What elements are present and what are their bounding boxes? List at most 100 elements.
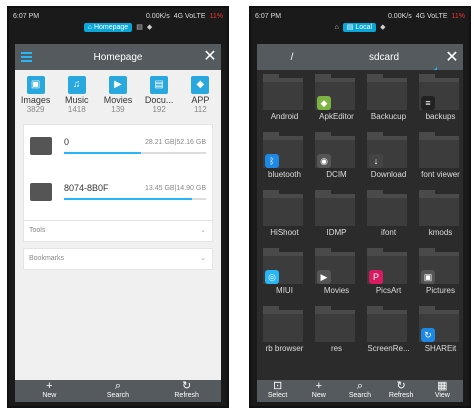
usage-fill — [64, 198, 192, 200]
status-time: 6:07 PM — [255, 12, 282, 20]
tab-android-icon[interactable]: ◆ — [147, 23, 152, 31]
device-size: 13.45 GB|14.90 GB — [145, 185, 206, 192]
menu-icon[interactable] — [15, 44, 37, 70]
tab-local[interactable]: ▤ Local — [342, 22, 377, 32]
folder-item[interactable]: kmods — [415, 190, 466, 249]
usage-fill — [64, 152, 141, 154]
device-size: 28.21 GB|52.16 GB — [145, 139, 206, 146]
folder-item[interactable]: IDMP — [311, 190, 362, 249]
homepage-content: ▣ Images 3829 ♫ Music 1418 ▶ Movies 139 … — [15, 70, 221, 382]
bookmarks-section[interactable]: Bookmarks ⌄ — [23, 248, 213, 270]
select-icon: ⊡ — [272, 380, 283, 392]
folder-item[interactable]: ᛒ bluetooth — [259, 132, 310, 191]
storage-device-sdcard[interactable]: 8074-8B0F 13.45 GB|14.90 GB — [30, 179, 206, 209]
search-icon: ⌕ — [114, 380, 122, 392]
phone-local: 6:07 PM 0.00K/s 4G VoLTE 11% ⌂ ▤ Local ◆… — [249, 6, 471, 408]
camera-icon: ◉ — [317, 154, 331, 168]
refresh-button[interactable]: ↻ Refresh — [167, 380, 207, 402]
tools-section[interactable]: Tools ⌄ — [23, 220, 213, 242]
folder-name: backups — [425, 112, 456, 121]
folder-name: ifont — [380, 228, 397, 237]
folder-item[interactable]: res — [311, 306, 362, 365]
close-icon[interactable]: ✕ — [441, 47, 463, 67]
tab-android-icon[interactable]: ◆ — [380, 23, 385, 31]
folder-name: DCIM — [326, 170, 347, 179]
android-icon: ◆ — [191, 76, 210, 94]
folder-item[interactable]: Android — [259, 74, 310, 133]
folder-item[interactable]: ▶ Movies — [311, 248, 362, 307]
folder-item[interactable]: ↓ Download — [363, 132, 414, 191]
new-button[interactable]: + New — [299, 380, 339, 402]
status-speed: 0.00K/s — [145, 12, 170, 20]
category-music[interactable]: ♫ Music 1418 — [59, 74, 95, 118]
tab-home-icon[interactable]: ⌂ — [335, 24, 339, 31]
folder-item[interactable]: ◆ ApkEditor — [311, 74, 362, 133]
folder-name: rb browser — [265, 344, 304, 353]
folder-item[interactable]: HiShoot — [259, 190, 310, 249]
tab-list-icon[interactable]: ▤ — [136, 23, 143, 31]
folder-item[interactable]: rb browser — [259, 306, 310, 365]
folder-icon — [367, 74, 407, 110]
page-title: Homepage — [93, 51, 143, 63]
picsart-icon: P — [369, 270, 383, 284]
path-current[interactable]: sdcard — [327, 52, 441, 71]
bluetooth-icon: ᛒ — [265, 154, 279, 168]
select-button[interactable]: ⊡ Select — [258, 380, 298, 402]
status-bar: 6:07 PM 0.00K/s 4G VoLTE 11% — [255, 11, 465, 21]
close-icon[interactable]: ✕ — [199, 44, 221, 70]
folder-icon — [315, 306, 355, 342]
plus-icon: + — [46, 380, 53, 392]
category-documents[interactable]: ▤ Docu... 192 — [141, 74, 177, 118]
folder-item[interactable]: ↻ SHAREit — [415, 306, 466, 365]
folder-name: PicsArt — [375, 286, 402, 295]
sd-card-icon — [30, 183, 52, 201]
folder-item[interactable]: ◉ DCIM — [311, 132, 362, 191]
document-icon: ▤ — [150, 76, 169, 94]
folder-name: Backucup — [370, 112, 407, 121]
folder-item[interactable]: ≡ backups — [415, 74, 466, 133]
miui-icon: ◎ — [265, 270, 279, 284]
folder-item[interactable]: ▣ Pictures — [415, 248, 466, 307]
folder-name: HiShoot — [270, 228, 299, 237]
usage-bar — [64, 198, 206, 200]
storage-panel: 0 28.21 GB|52.16 GB 8074-8B0F 13.45 GB|1… — [23, 124, 213, 224]
folder-name: bluetooth — [268, 170, 301, 179]
folder-icon — [419, 132, 459, 168]
sd-card-icon — [30, 137, 52, 155]
folder-icon — [419, 190, 459, 226]
folder-name: Movies — [323, 286, 350, 295]
refresh-icon: ↻ — [182, 380, 192, 392]
folder-item[interactable]: font viewer — [415, 132, 466, 191]
folder-name: Download — [370, 170, 407, 179]
folder-icon — [263, 190, 303, 226]
folder-item[interactable]: ifont — [363, 190, 414, 249]
folder-icon — [315, 190, 355, 226]
path-root[interactable]: / — [257, 52, 327, 63]
search-button[interactable]: ⌕ Search — [98, 380, 138, 402]
status-battery: 11% — [451, 12, 466, 20]
chevron-down-icon: ⌄ — [200, 227, 206, 234]
folder-name: font viewer — [421, 170, 460, 179]
refresh-icon: ↻ — [396, 380, 406, 392]
refresh-button[interactable]: ↻ Refresh — [381, 380, 421, 402]
image-icon: ▣ — [26, 76, 45, 94]
folder-item[interactable]: P PicsArt — [363, 248, 414, 307]
picture-icon: ▣ — [421, 270, 435, 284]
category-movies[interactable]: ▶ Movies 139 — [100, 74, 136, 118]
view-button[interactable]: ▦ View — [422, 380, 462, 402]
status-speed: 0.00K/s — [387, 12, 412, 20]
new-button[interactable]: + New — [29, 380, 69, 402]
folder-name: Android — [270, 112, 299, 121]
folder-item[interactable]: ScreenRe... — [363, 306, 414, 365]
folder-item[interactable]: Backucup — [363, 74, 414, 133]
folder-item[interactable]: ◎ MIUI — [259, 248, 310, 307]
category-apps[interactable]: ◆ APP 112 — [182, 74, 218, 118]
folder-name: ScreenRe... — [367, 344, 410, 353]
folder-name: IDMP — [326, 228, 347, 237]
tab-homepage[interactable]: ⌂ Homepage — [83, 22, 133, 32]
search-button[interactable]: ⌕ Search — [340, 380, 380, 402]
category-images[interactable]: ▣ Images 3829 — [18, 74, 54, 118]
folder-name: Pictures — [426, 286, 455, 295]
storage-device-internal[interactable]: 0 28.21 GB|52.16 GB — [30, 133, 206, 163]
status-battery: 11% — [209, 12, 224, 20]
